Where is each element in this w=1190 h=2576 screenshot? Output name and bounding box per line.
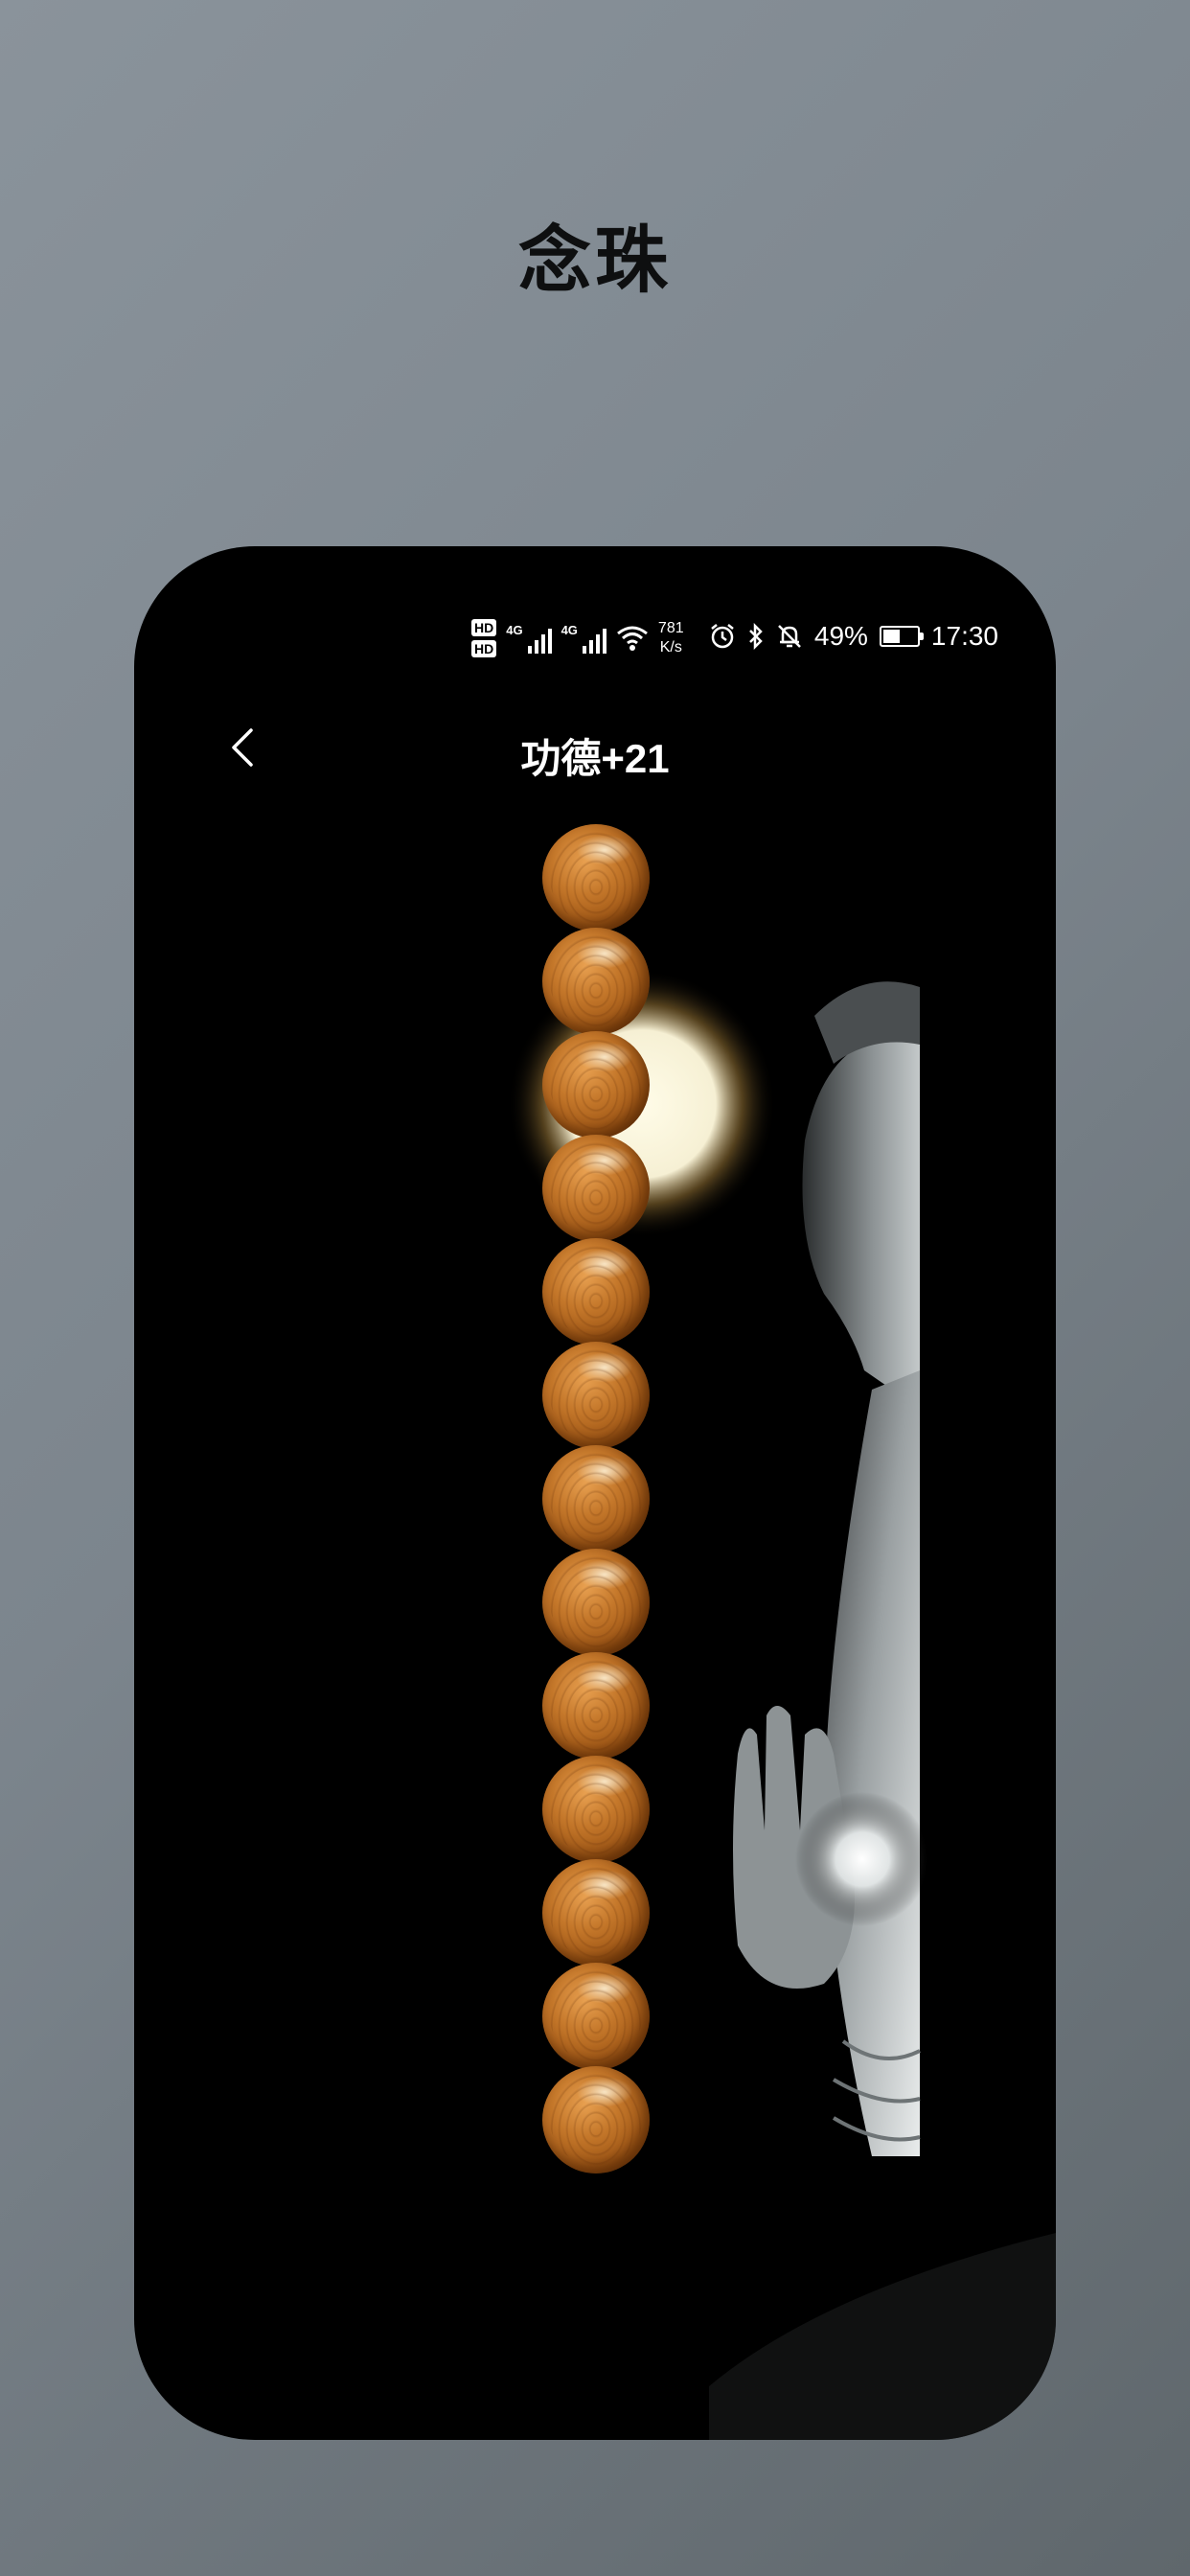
hd-icon: HD HD bbox=[471, 619, 497, 657]
scene bbox=[134, 795, 1056, 2440]
phone-screen: HD HD 4G 4G 781 K/s 49% 17:30 功德+21 bbox=[134, 546, 1056, 2440]
alarm-icon bbox=[709, 623, 736, 650]
net-speed-unit: K/s bbox=[659, 639, 682, 656]
prayer-bead-string[interactable] bbox=[542, 824, 650, 2177]
prayer-bead bbox=[542, 1963, 650, 2070]
prayer-bead bbox=[542, 1756, 650, 1863]
wifi-icon bbox=[616, 625, 649, 652]
status-right: 49% 17:30 bbox=[709, 621, 998, 652]
prayer-bead bbox=[542, 1342, 650, 1449]
prayer-bead bbox=[542, 1652, 650, 1760]
merit-counter-title: 功德+21 bbox=[520, 736, 670, 781]
status-left: HD HD 4G 4G 781 K/s bbox=[471, 619, 684, 657]
prayer-bead bbox=[542, 1445, 650, 1552]
status-bar: HD HD 4G 4G 781 K/s 49% 17:30 bbox=[134, 615, 1056, 669]
signal-icon-2: 4G bbox=[561, 623, 606, 654]
net-speed: 781 K/s bbox=[658, 619, 684, 657]
signal-icon: 4G bbox=[506, 623, 552, 654]
prayer-bead bbox=[542, 1135, 650, 1242]
prayer-bead bbox=[542, 1549, 650, 1656]
signal-1-label: 4G bbox=[506, 623, 523, 637]
status-time: 17:30 bbox=[930, 621, 998, 651]
prayer-bead bbox=[542, 1238, 650, 1346]
prayer-bead bbox=[542, 1031, 650, 1138]
prayer-bead bbox=[542, 1859, 650, 1966]
signal-2-label: 4G bbox=[561, 623, 578, 637]
hd-bottom-label: HD bbox=[471, 640, 497, 657]
battery-icon bbox=[879, 626, 924, 647]
buddha-statue-image bbox=[508, 970, 1056, 2440]
net-speed-value: 781 bbox=[657, 620, 684, 636]
mute-icon bbox=[776, 623, 803, 650]
battery-percent: 49% bbox=[813, 621, 868, 651]
prayer-bead bbox=[542, 2066, 650, 2174]
prayer-bead bbox=[542, 824, 650, 932]
hd-top-label: HD bbox=[471, 619, 497, 636]
bluetooth-icon bbox=[747, 623, 765, 650]
prayer-bead bbox=[542, 928, 650, 1035]
promo-title: 念珠 bbox=[518, 220, 672, 302]
